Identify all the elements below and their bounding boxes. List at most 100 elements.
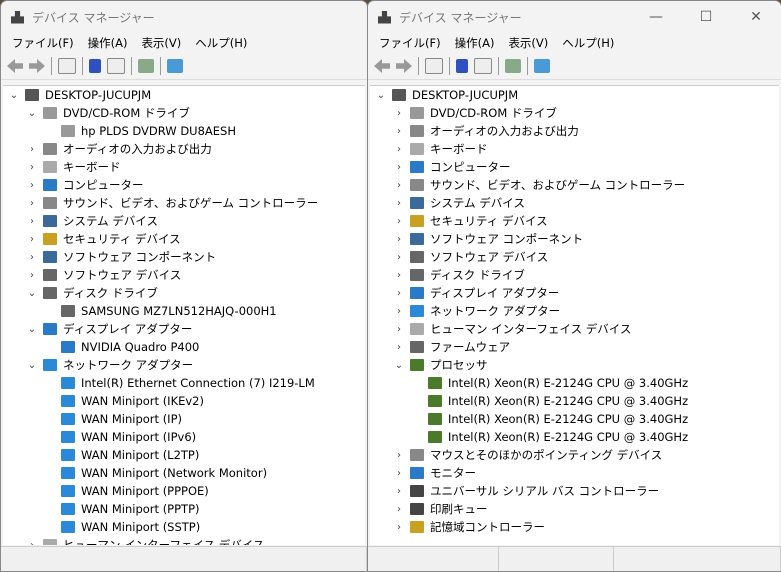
menu-help[interactable]: ヘルプ(H) bbox=[188, 35, 254, 51]
tree-item[interactable]: › ソフトウェア デバイス bbox=[392, 248, 548, 266]
update-driver-icon[interactable] bbox=[138, 59, 154, 73]
tree-item[interactable]: › コンピューター bbox=[25, 176, 144, 194]
tree-item[interactable]: › ヒューマン インターフェイス デバイス bbox=[392, 320, 631, 338]
tree-item[interactable]: › キーボード bbox=[392, 140, 488, 158]
maximize-button[interactable]: ☐ bbox=[681, 9, 731, 25]
chevron-right-icon[interactable]: › bbox=[392, 342, 406, 353]
menu-view[interactable]: 表示(V) bbox=[134, 35, 188, 51]
forward-icon[interactable] bbox=[29, 59, 45, 73]
chevron-right-icon[interactable]: › bbox=[392, 108, 406, 119]
tree-item[interactable]: › ソフトウェア コンポーネント bbox=[392, 230, 583, 248]
chevron-right-icon[interactable]: › bbox=[25, 162, 39, 173]
chevron-down-icon[interactable]: ⌄ bbox=[25, 108, 39, 119]
tree-item[interactable]: › モニター bbox=[392, 464, 476, 482]
tree-item[interactable]: ⌄ DESKTOP-JUCUPJM bbox=[374, 86, 518, 104]
tree-item[interactable]: Intel(R) Xeon(R) E-2124G CPU @ 3.40GHz bbox=[410, 428, 688, 446]
tree-item[interactable]: ⌄ ディスク ドライブ bbox=[25, 284, 158, 302]
tree-item[interactable]: ⌄ ディスプレイ アダプター bbox=[25, 320, 193, 338]
tree-item[interactable]: WAN Miniport (SSTP) bbox=[43, 518, 200, 536]
device-tree[interactable]: ⌄ DESKTOP-JUCUPJM › DVD/CD-ROM ドライブ › オーディオの入… bbox=[370, 85, 779, 545]
tree-item[interactable]: › ディスプレイ アダプター bbox=[392, 284, 559, 302]
tree-item[interactable]: › ユニバーサル シリアル バス コントローラー bbox=[392, 482, 659, 500]
menu-file[interactable]: ファイル(F) bbox=[372, 35, 448, 51]
show-hide-console-tree-icon[interactable] bbox=[58, 58, 76, 74]
menu-action[interactable]: 操作(A) bbox=[448, 35, 502, 51]
chevron-right-icon[interactable]: › bbox=[392, 198, 406, 209]
tree-item[interactable]: WAN Miniport (L2TP) bbox=[43, 446, 199, 464]
chevron-right-icon[interactable]: › bbox=[392, 126, 406, 137]
menu-action[interactable]: 操作(A) bbox=[81, 35, 135, 51]
minimize-button[interactable]: — bbox=[631, 9, 681, 25]
tree-item[interactable]: WAN Miniport (Network Monitor) bbox=[43, 464, 267, 482]
chevron-right-icon[interactable]: › bbox=[25, 270, 39, 281]
tree-item[interactable]: › ソフトウェア デバイス bbox=[25, 266, 181, 284]
menu-file[interactable]: ファイル(F) bbox=[5, 35, 81, 51]
chevron-down-icon[interactable]: ⌄ bbox=[374, 90, 388, 101]
chevron-right-icon[interactable]: › bbox=[392, 270, 406, 281]
show-action-pane-icon[interactable] bbox=[474, 58, 492, 74]
chevron-right-icon[interactable]: › bbox=[392, 450, 406, 461]
tree-item[interactable]: › ソフトウェア コンポーネント bbox=[25, 248, 216, 266]
show-action-pane-icon[interactable] bbox=[107, 58, 125, 74]
tree-item[interactable]: WAN Miniport (IP) bbox=[43, 410, 182, 428]
tree-item[interactable]: › 印刷キュー bbox=[392, 500, 488, 518]
help-icon[interactable] bbox=[456, 59, 468, 73]
back-icon[interactable] bbox=[7, 59, 23, 73]
chevron-right-icon[interactable]: › bbox=[392, 306, 406, 317]
chevron-right-icon[interactable]: › bbox=[25, 198, 39, 209]
tree-item[interactable]: WAN Miniport (PPPOE) bbox=[43, 482, 209, 500]
tree-item[interactable]: ⌄ プロセッサ bbox=[392, 356, 488, 374]
tree-item[interactable]: › マウスとそのほかのポインティング デバイス bbox=[392, 446, 662, 464]
tree-item[interactable]: › オーディオの入力および出力 bbox=[25, 140, 212, 158]
tree-item[interactable]: WAN Miniport (IPv6) bbox=[43, 428, 196, 446]
scan-hardware-icon[interactable] bbox=[534, 59, 550, 73]
tree-item[interactable]: › 記憶域コントローラー bbox=[392, 518, 545, 536]
chevron-right-icon[interactable]: › bbox=[25, 234, 39, 245]
chevron-right-icon[interactable]: › bbox=[392, 180, 406, 191]
back-icon[interactable] bbox=[374, 59, 390, 73]
show-hide-console-tree-icon[interactable] bbox=[425, 58, 443, 74]
chevron-right-icon[interactable]: › bbox=[392, 234, 406, 245]
scan-hardware-icon[interactable] bbox=[167, 59, 183, 73]
tree-item[interactable]: › サウンド、ビデオ、およびゲーム コントローラー bbox=[392, 176, 685, 194]
chevron-right-icon[interactable]: › bbox=[392, 486, 406, 497]
tree-item[interactable]: › ヒューマン インターフェイス デバイス bbox=[25, 536, 264, 545]
chevron-right-icon[interactable]: › bbox=[392, 288, 406, 299]
tree-item[interactable]: NVIDIA Quadro P400 bbox=[43, 338, 199, 356]
menu-help[interactable]: ヘルプ(H) bbox=[555, 35, 621, 51]
help-icon[interactable] bbox=[89, 59, 101, 73]
tree-item[interactable]: › セキュリティ デバイス bbox=[392, 212, 548, 230]
tree-item[interactable]: › コンピューター bbox=[392, 158, 511, 176]
tree-item[interactable]: Intel(R) Ethernet Connection (7) I219-LM bbox=[43, 374, 315, 392]
tree-item[interactable]: SAMSUNG MZ7LN512HAJQ-000H1 bbox=[43, 302, 277, 320]
chevron-down-icon[interactable]: ⌄ bbox=[25, 324, 39, 335]
device-tree[interactable]: ⌄ DESKTOP-JUCUPJM ⌄ DVD/CD-ROM ドライブ hp PLDS … bbox=[3, 85, 365, 545]
chevron-right-icon[interactable]: › bbox=[392, 144, 406, 155]
chevron-right-icon[interactable]: › bbox=[392, 504, 406, 515]
chevron-right-icon[interactable]: › bbox=[25, 144, 39, 155]
tree-item[interactable]: ⌄ DESKTOP-JUCUPJM bbox=[7, 86, 151, 104]
chevron-down-icon[interactable]: ⌄ bbox=[7, 90, 21, 101]
tree-item[interactable]: Intel(R) Xeon(R) E-2124G CPU @ 3.40GHz bbox=[410, 392, 688, 410]
chevron-right-icon[interactable]: › bbox=[392, 216, 406, 227]
tree-item[interactable]: › システム デバイス bbox=[25, 212, 158, 230]
tree-item[interactable]: › DVD/CD-ROM ドライブ bbox=[392, 104, 557, 122]
chevron-right-icon[interactable]: › bbox=[392, 522, 406, 533]
tree-item[interactable]: › セキュリティ デバイス bbox=[25, 230, 181, 248]
forward-icon[interactable] bbox=[396, 59, 412, 73]
tree-item[interactable]: › ネットワーク アダプター bbox=[392, 302, 560, 320]
chevron-right-icon[interactable]: › bbox=[25, 252, 39, 263]
chevron-right-icon[interactable]: › bbox=[392, 252, 406, 263]
close-button[interactable]: ✕ bbox=[731, 9, 781, 25]
tree-item[interactable]: WAN Miniport (PPTP) bbox=[43, 500, 200, 518]
tree-item[interactable]: ⌄ ネットワーク アダプター bbox=[25, 356, 193, 374]
tree-item[interactable]: › ディスク ドライブ bbox=[392, 266, 525, 284]
tree-item[interactable]: WAN Miniport (IKEv2) bbox=[43, 392, 204, 410]
tree-item[interactable]: ⌄ DVD/CD-ROM ドライブ bbox=[25, 104, 190, 122]
chevron-right-icon[interactable]: › bbox=[392, 324, 406, 335]
tree-item[interactable]: › サウンド、ビデオ、およびゲーム コントローラー bbox=[25, 194, 318, 212]
tree-item[interactable]: Intel(R) Xeon(R) E-2124G CPU @ 3.40GHz bbox=[410, 410, 688, 428]
tree-item[interactable]: › システム デバイス bbox=[392, 194, 525, 212]
chevron-down-icon[interactable]: ⌄ bbox=[25, 360, 39, 371]
menu-view[interactable]: 表示(V) bbox=[501, 35, 555, 51]
